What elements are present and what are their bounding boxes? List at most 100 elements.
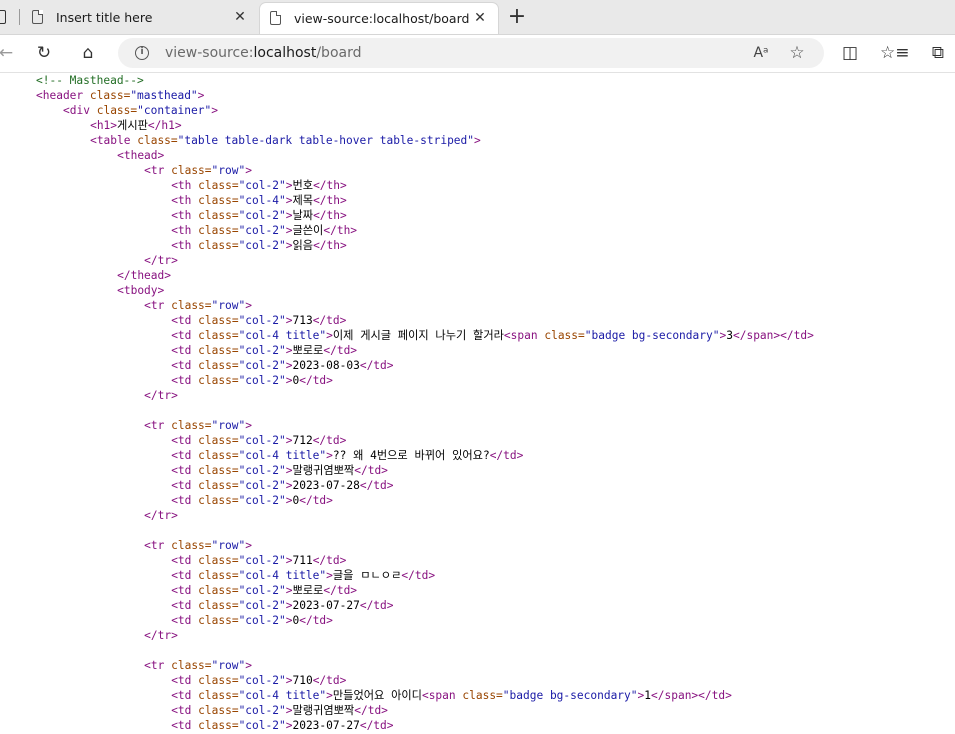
source-line: <th class="col-2">날짜</th> [0, 208, 955, 223]
source-line: <td class="col-4 title">이제 게시글 페이지 나누기 할… [0, 328, 955, 343]
source-token: <td [171, 599, 199, 612]
source-token: <header [36, 89, 90, 102]
source-token: "col-2" [238, 554, 286, 567]
star-icon[interactable]: ☆ [786, 42, 808, 64]
source-token: class= [198, 494, 239, 507]
source-line: </tr> [0, 253, 955, 268]
source-line: <th class="col-2">번호</th> [0, 178, 955, 193]
source-token: </td> [359, 599, 394, 612]
read-aloud-icon[interactable]: Aᵃ [750, 43, 772, 63]
source-line: </tr> [0, 508, 955, 523]
favorites-icon[interactable]: ☆≡ [880, 39, 909, 67]
source-token: "col-4 title" [238, 689, 327, 702]
source-token: <td [171, 434, 199, 447]
source-token: "col-2" [238, 344, 286, 357]
source-token: <span [503, 329, 545, 342]
source-token: </tr> [144, 254, 178, 267]
source-token: <tbody> [117, 284, 165, 297]
source-token: class= [198, 584, 239, 597]
back-icon[interactable]: ← [0, 39, 20, 67]
source-token: "col-2" [238, 374, 286, 387]
source-token: <td [171, 374, 199, 387]
source-token: ?? 왜 4번으로 바뀌어 있어요? [332, 449, 490, 462]
source-token: > [245, 164, 252, 177]
source-line: <th class="col-4">제목</th> [0, 193, 955, 208]
source-token: "col-2" [238, 314, 286, 327]
source-token: 1 [644, 689, 652, 702]
source-line: <td class="col-2">0</td> [0, 613, 955, 628]
source-token: class= [171, 539, 212, 552]
home-icon[interactable]: ⌂ [74, 39, 102, 67]
source-token: </td> [312, 674, 347, 687]
source-line: <td class="col-2">713</td> [0, 313, 955, 328]
source-token: 제목 [292, 194, 314, 207]
source-token: class= [171, 419, 212, 432]
source-token: </td> [312, 554, 347, 567]
tab-title: view-source:localhost/board [294, 11, 470, 26]
source-token: "badge bg-secondary" [584, 329, 720, 342]
source-token: 710 [292, 674, 313, 687]
source-line: <!-- Masthead--> [0, 73, 955, 88]
source-token: class= [198, 674, 239, 687]
tab-insert-title[interactable]: Insert title here ✕ [22, 2, 258, 34]
source-line: <td class="col-2">711</td> [0, 553, 955, 568]
source-token: > [326, 689, 333, 702]
source-token: </td> [359, 359, 394, 372]
info-icon[interactable]: i [135, 46, 149, 60]
tab-stub[interactable] [0, 0, 18, 34]
page-icon [32, 10, 43, 24]
source-token: "col-2" [238, 209, 286, 222]
source-line: <tr class="row"> [0, 298, 955, 313]
source-token: "col-2" [238, 464, 286, 477]
new-tab-button[interactable]: + [504, 4, 530, 30]
source-line: <tbody> [0, 283, 955, 298]
source-line [0, 403, 955, 418]
source-token: "col-2" [238, 239, 286, 252]
source-token: class= [171, 659, 212, 672]
source-token: 글을 ㅁㄴㅇㄹ [332, 569, 402, 582]
source-token: 뽀로로 [292, 584, 324, 597]
source-line: <td class="col-2">2023-08-03</td> [0, 358, 955, 373]
source-token: 711 [292, 554, 313, 567]
reload-icon[interactable]: ↻ [30, 39, 58, 67]
source-token: </td> [312, 314, 347, 327]
url-text[interactable]: view-source:localhost/board [165, 45, 362, 61]
source-token: 만들었어요 아이디 [332, 689, 422, 702]
source-view[interactable]: <!-- Masthead--> <header class="masthead"… [0, 73, 955, 734]
source-token: > [245, 539, 252, 552]
source-token: > [197, 89, 205, 102]
tab-view-source[interactable]: view-source:localhost/board ✕ [259, 2, 499, 34]
source-token: class= [198, 344, 239, 357]
source-token: </tr> [144, 389, 178, 402]
source-line: <tr class="row"> [0, 163, 955, 178]
split-screen-icon[interactable]: ◫ [836, 39, 864, 67]
source-token: 날짜 [292, 209, 314, 222]
source-token: <td [171, 494, 199, 507]
source-token: class= [96, 104, 138, 117]
source-token: </th> [313, 179, 347, 192]
source-token: class= [198, 314, 239, 327]
source-token: </td> [299, 374, 333, 387]
source-token: class= [198, 479, 239, 492]
source-line: <td class="col-4 title">?? 왜 4번으로 바뀌어 있어… [0, 448, 955, 463]
address-bar[interactable]: i view-source:localhost/board Aᵃ ☆ [118, 38, 824, 68]
source-token: 읽음 [292, 239, 314, 252]
source-token: <td [171, 329, 199, 342]
source-token: class= [198, 719, 239, 732]
source-token: "col-2" [238, 359, 286, 372]
source-token: </td> [323, 584, 358, 597]
source-line [0, 643, 955, 658]
close-icon[interactable]: ✕ [470, 8, 490, 28]
source-token: class= [462, 689, 503, 702]
source-token: "col-2" [238, 704, 286, 717]
source-line: <thead> [0, 148, 955, 163]
source-line: <td class="col-4 title">글을 ㅁㄴㅇㄹ</td> [0, 568, 955, 583]
source-token: 뽀로로 [292, 344, 324, 357]
close-icon[interactable]: ✕ [230, 7, 250, 27]
collections-icon[interactable]: ⧉ [924, 39, 952, 67]
source-token: <h1> [90, 119, 118, 132]
source-token: <tr [144, 299, 172, 312]
source-token: 게시판 [117, 119, 148, 132]
source-token: class= [198, 569, 239, 582]
source-token: </span></td> [732, 329, 814, 342]
